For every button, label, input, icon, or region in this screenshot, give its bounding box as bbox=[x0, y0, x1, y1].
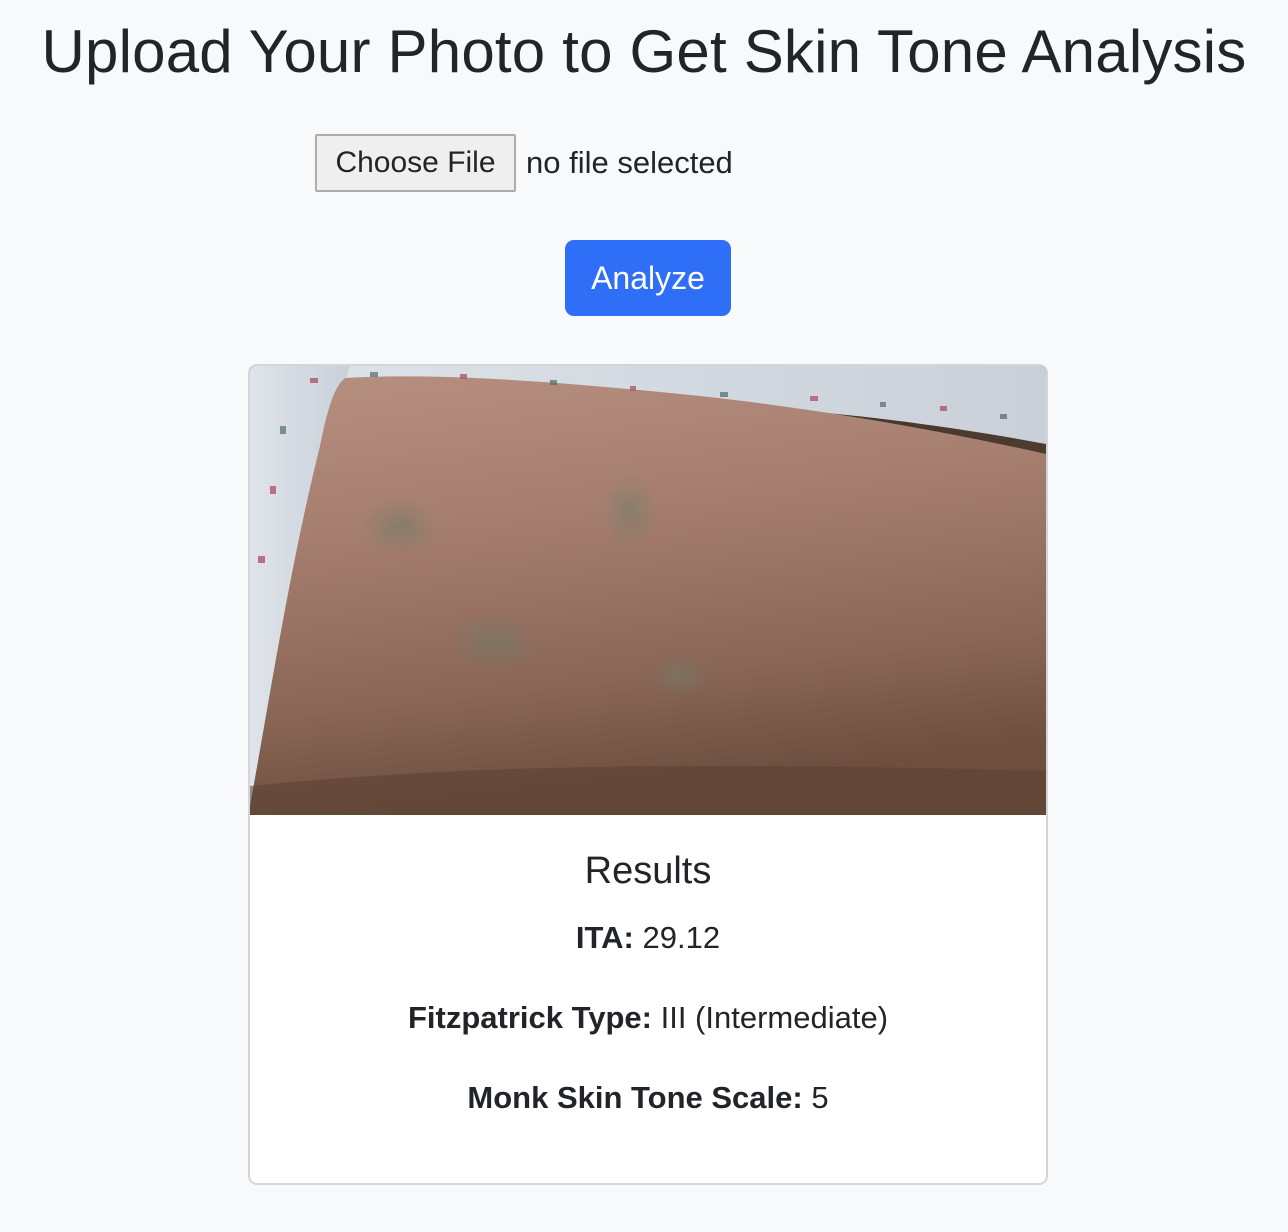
fitzpatrick-result: Fitzpatrick Type: III (Intermediate) bbox=[250, 998, 1046, 1038]
choose-file-button[interactable]: Choose File bbox=[315, 134, 516, 192]
file-status-text: no file selected bbox=[526, 145, 733, 180]
fitzpatrick-value: III (Intermediate) bbox=[660, 1000, 889, 1035]
result-card: Results ITA: 29.12 Fitzpatrick Type: III… bbox=[248, 364, 1048, 1185]
file-upload-control[interactable]: Choose File no file selected bbox=[315, 134, 733, 192]
ita-label: ITA: bbox=[575, 920, 634, 955]
ita-result: ITA: 29.12 bbox=[250, 918, 1046, 958]
monk-scale-label: Monk Skin Tone Scale: bbox=[467, 1080, 803, 1115]
results-heading: Results bbox=[584, 850, 712, 892]
monk-scale-value: 5 bbox=[811, 1080, 829, 1115]
page-title: Upload Your Photo to Get Skin Tone Analy… bbox=[41, 18, 1247, 85]
uploaded-skin-photo bbox=[250, 366, 1046, 815]
fitzpatrick-label: Fitzpatrick Type: bbox=[407, 1000, 652, 1035]
monk-scale-result: Monk Skin Tone Scale: 5 bbox=[250, 1078, 1046, 1118]
ita-value: 29.12 bbox=[642, 920, 721, 955]
analyze-button[interactable]: Analyze bbox=[565, 240, 731, 316]
